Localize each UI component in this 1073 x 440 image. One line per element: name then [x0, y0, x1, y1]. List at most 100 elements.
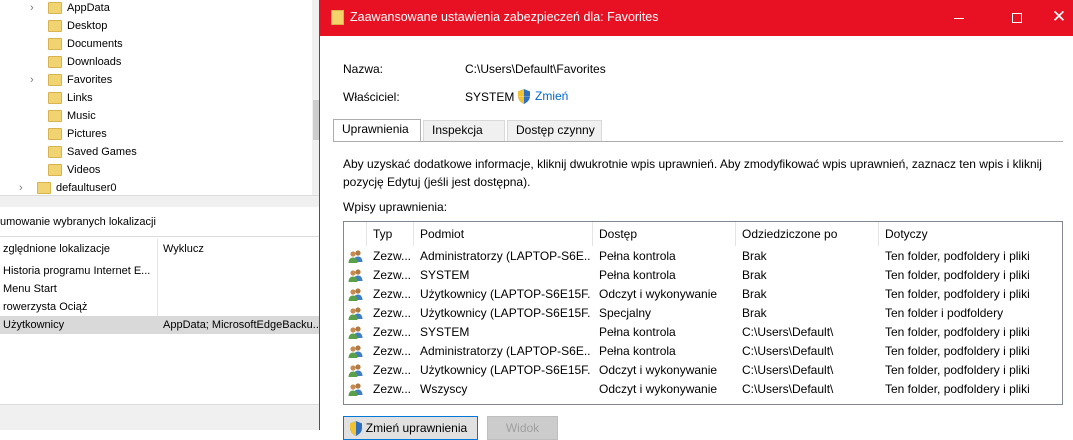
entry-principal: Administratorzy (LAPTOP-S6E... — [420, 344, 590, 358]
permission-entries-label: Wpisy uprawnienia: — [343, 200, 448, 214]
permission-entry-row[interactable]: Zezw... Wszyscy Odczyt i wykonywanie C:\Use… — [344, 380, 1062, 399]
permission-entry-row[interactable]: Zezw... Użytkownicy (LAPTOP-S6E15F... Odcz… — [344, 285, 1062, 304]
column-header-included[interactable]: zględnione lokalizacje — [3, 243, 110, 255]
view-button[interactable]: Widok — [487, 416, 558, 440]
entry-inherited: C:\Users\Default\ — [742, 363, 834, 377]
entry-inherited: C:\Users\Default\ — [742, 382, 834, 396]
name-label: Nazwa: — [343, 62, 384, 76]
entry-access: Specjalny — [599, 306, 652, 320]
change-owner-link[interactable]: Zmień — [535, 89, 568, 103]
entry-applies: Ten folder, podfoldery i pliki — [885, 325, 1030, 339]
tree-item-label: Videos — [67, 164, 101, 176]
folder-icon — [48, 146, 62, 158]
change-permissions-button[interactable]: Zmień uprawnienia — [343, 416, 478, 440]
entry-applies: Ten folder, podfoldery i pliki — [885, 382, 1030, 396]
column-header-type[interactable]: Typ — [367, 222, 414, 246]
expand-chevron-icon[interactable]: › — [30, 71, 40, 89]
entry-principal: SYSTEM — [420, 325, 470, 339]
title-bar[interactable]: Zaawansowane ustawienia zabezpieczeń dla… — [320, 0, 1073, 36]
column-header-exclude[interactable]: Wyklucz — [163, 243, 204, 255]
users-icon — [348, 288, 363, 301]
background-window: › AppData Desktop Documents Downloads › Favori… — [0, 0, 320, 430]
users-icon — [348, 307, 363, 320]
name-value: C:\Users\Default\Favorites — [465, 62, 606, 76]
expand-chevron-icon[interactable]: › — [30, 0, 40, 17]
entry-type: Zezw... — [373, 382, 412, 396]
folder-icon — [37, 182, 51, 194]
entry-inherited: C:\Users\Default\ — [742, 325, 834, 339]
folder-icon — [48, 128, 62, 140]
location-name: Użytkownicy — [3, 319, 65, 331]
entry-inherited: C:\Users\Default\ — [742, 344, 834, 358]
entry-applies: Ten folder, podfoldery i pliki — [885, 268, 1030, 282]
entry-access: Pełna kontrola — [599, 344, 676, 358]
folder-icon — [48, 56, 62, 68]
permission-entry-row[interactable]: Zezw... Użytkownicy (LAPTOP-S6E15F... Odcz… — [344, 361, 1062, 380]
users-icon — [348, 250, 363, 263]
location-row[interactable]: Użytkownicy AppData; MicrosoftEdgeBacku..… — [0, 316, 320, 334]
entry-type: Zezw... — [373, 249, 412, 263]
tree-item-label: Music — [67, 110, 96, 122]
folder-icon — [48, 74, 62, 86]
permission-entries-list[interactable]: Typ Podmiot Dostęp Odziedziczone po Doty… — [343, 221, 1063, 405]
folder-icon — [48, 164, 62, 176]
folder-icon — [48, 2, 62, 14]
tab-permissions[interactable]: Uprawnienia — [333, 119, 421, 142]
entry-access: Pełna kontrola — [599, 325, 676, 339]
section-divider — [0, 195, 320, 207]
entry-inherited: Brak — [742, 306, 767, 320]
entry-principal: SYSTEM — [420, 268, 470, 282]
column-header-inherited[interactable]: Odziedziczone po — [736, 222, 879, 246]
change-permissions-label: Zmień uprawnienia — [365, 421, 468, 435]
info-text: Aby uzyskać dodatkowe informacje, klikni… — [343, 157, 1042, 189]
tree-item-label: Saved Games — [67, 146, 137, 158]
column-header-applies[interactable]: Dotyczy — [879, 222, 1062, 246]
folder-icon — [48, 92, 62, 104]
location-name: rowerzysta Ociąż — [3, 301, 88, 313]
close-button[interactable]: ✕ — [1036, 0, 1073, 36]
column-header-principal[interactable]: Podmiot — [414, 222, 593, 246]
maximize-button[interactable] — [994, 0, 1040, 36]
close-icon: ✕ — [1051, 7, 1067, 26]
tab-auditing[interactable]: Inspekcja — [423, 120, 505, 141]
permission-entry-row[interactable]: Zezw... SYSTEM Pełna kontrola Brak Ten folde… — [344, 266, 1062, 285]
entry-type: Zezw... — [373, 268, 412, 282]
entry-principal: Użytkownicy (LAPTOP-S6E15F... — [420, 306, 590, 320]
minimize-icon — [954, 17, 964, 19]
column-header-access[interactable]: Dostęp — [593, 222, 736, 246]
uac-shield-icon — [518, 89, 530, 104]
permission-entry-row[interactable]: Zezw... Administratorzy (LAPTOP-S6E... Peł… — [344, 342, 1062, 361]
column-header-icon — [344, 222, 367, 246]
location-row[interactable]: rowerzysta Ociąż — [0, 298, 320, 316]
tab-effective-access[interactable]: Dostęp czynny — [507, 120, 602, 141]
tree-item-label: Favorites — [67, 74, 113, 86]
tree-item-label: AppData — [67, 2, 110, 14]
uac-shield-icon — [350, 421, 362, 436]
entry-principal: Użytkownicy (LAPTOP-S6E15F... — [420, 287, 590, 301]
tree-item-label: Downloads — [67, 56, 122, 68]
folder-icon — [48, 20, 62, 32]
location-name: Historia programu Internet E... — [3, 265, 151, 277]
folder-icon — [48, 110, 62, 122]
users-icon — [348, 269, 363, 282]
location-row[interactable]: Historia programu Internet E... — [0, 262, 320, 280]
entry-applies: Ten folder, podfoldery i pliki — [885, 363, 1030, 377]
minimize-button[interactable] — [936, 0, 982, 36]
permission-entry-row[interactable]: Zezw... Administratorzy (LAPTOP-S6E... Peł… — [344, 247, 1062, 266]
entry-applies: Ten folder i podfoldery — [885, 306, 1004, 320]
location-row[interactable]: Menu Start — [0, 280, 320, 298]
tree-item-label: Links — [67, 92, 93, 104]
users-icon — [348, 383, 363, 396]
section-title: umowanie wybranych lokalizacji — [0, 216, 156, 228]
entry-inherited: Brak — [742, 268, 767, 282]
permission-entry-row[interactable]: Zezw... Użytkownicy (LAPTOP-S6E15F... Spec… — [344, 304, 1062, 323]
owner-label: Właściciel: — [343, 90, 400, 104]
entry-inherited: Brak — [742, 249, 767, 263]
permission-entry-row[interactable]: Zezw... SYSTEM Pełna kontrola C:\Users\Defa… — [344, 323, 1062, 342]
entry-principal: Administratorzy (LAPTOP-S6E... — [420, 249, 590, 263]
tab-baseline — [333, 141, 1063, 142]
entry-access: Odczyt i wykonywanie — [599, 363, 718, 377]
folder-icon — [331, 10, 344, 25]
tree-item-label: Desktop — [67, 20, 108, 32]
advanced-security-dialog: Zaawansowane ustawienia zabezpieczeń dla… — [319, 0, 1073, 440]
